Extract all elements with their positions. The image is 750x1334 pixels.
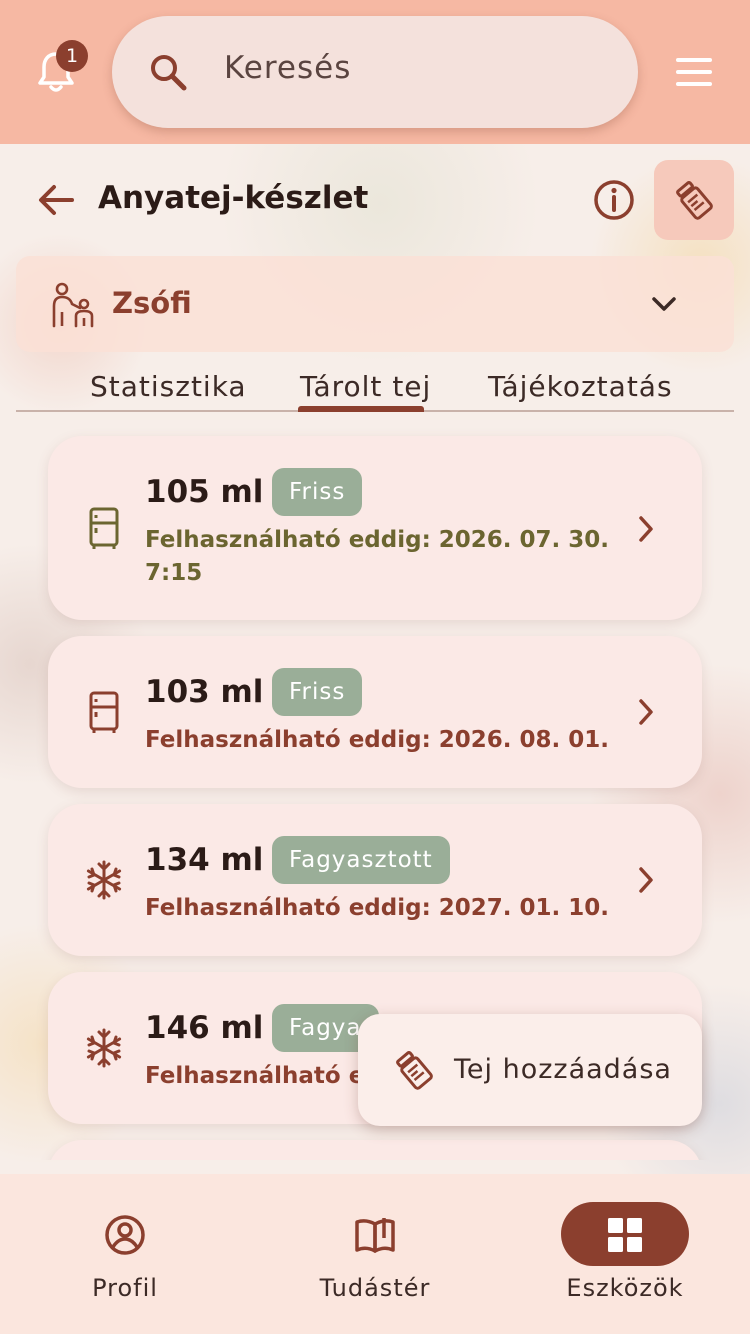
milk-amount: 134 ml: [145, 842, 264, 878]
child-name: Zsófi: [112, 286, 192, 320]
nav-label-profile: Profil: [92, 1274, 158, 1302]
list-item[interactable]: 103 ml Friss Felhasználható eddig: 2026.…: [48, 636, 702, 788]
nav-item-knowledge[interactable]: Tudástér: [250, 1174, 500, 1334]
nav-item-profile[interactable]: Profil: [0, 1174, 250, 1334]
chevron-down-icon: [652, 297, 676, 311]
add-milk-label: Tej hozzáadása: [454, 1054, 672, 1085]
list-item[interactable]: 105 ml Friss Felhasználható eddig: 2026.…: [48, 436, 702, 620]
search-input[interactable]: Keresés: [224, 50, 351, 86]
book-icon: [355, 1218, 395, 1253]
milk-amount: 103 ml: [145, 674, 264, 710]
status-badge: Fagyasztott: [272, 836, 450, 884]
profile-icon: [105, 1215, 145, 1255]
milk-bag-icon: [676, 180, 713, 220]
search-icon: [151, 55, 187, 91]
fridge-icon: [89, 507, 119, 549]
milk-amount: 105 ml: [145, 474, 264, 510]
status-badge: Friss: [272, 468, 363, 516]
chevron-right-icon: [639, 516, 653, 542]
child-selector[interactable]: Zsófi: [16, 256, 734, 352]
tab-information[interactable]: Tájékoztatás: [488, 370, 673, 403]
tab-stored-milk[interactable]: Tárolt tej: [300, 370, 431, 403]
active-tab-indicator: [298, 406, 424, 412]
status-badge: Friss: [272, 668, 363, 716]
page-title: Anyatej-készlet: [98, 180, 369, 216]
grid-icon: [608, 1218, 642, 1252]
expiry-text: Felhasználható eddig: 2026. 08. 01.: [145, 727, 610, 753]
chevron-right-icon: [639, 867, 653, 893]
nav-item-tools[interactable]: Eszközök: [500, 1174, 750, 1334]
expiry-text: Felhasználható eddig: 2027. 01. 10.: [145, 895, 610, 921]
parent-child-icon: [52, 282, 94, 328]
back-arrow-icon[interactable]: [36, 180, 76, 220]
snowflake-icon: [86, 860, 122, 900]
expiry-text: Felhasználható eddig: 2026. 07. 30. 7:15: [145, 527, 610, 586]
fridge-icon: [89, 691, 119, 733]
nav-label-knowledge: Tudástér: [319, 1274, 431, 1302]
tab-statistics[interactable]: Statisztika: [90, 370, 247, 403]
info-icon[interactable]: [592, 178, 636, 222]
list-item[interactable]: [48, 1140, 702, 1160]
milk-bag-icon: [396, 1050, 433, 1090]
snowflake-icon: [86, 1028, 122, 1068]
notification-badge: 1: [56, 40, 88, 72]
add-milk-header-button[interactable]: [654, 160, 734, 240]
list-item[interactable]: 134 ml Fagyasztott Felhasználható eddig:…: [48, 804, 702, 956]
tab-bar: Statisztika Tárolt tej Tájékoztatás: [16, 366, 734, 412]
nav-label-tools: Eszközök: [566, 1274, 684, 1302]
milk-amount: 146 ml: [145, 1010, 264, 1046]
add-milk-button[interactable]: Tej hozzáadása: [358, 1014, 702, 1126]
bottom-navigation: Profil Tudástér Eszközök: [0, 1174, 750, 1334]
search-bar[interactable]: Keresés: [112, 16, 638, 128]
hamburger-menu-icon[interactable]: [676, 58, 712, 86]
top-bar: 1 Keresés: [0, 0, 750, 144]
chevron-right-icon: [639, 699, 653, 725]
